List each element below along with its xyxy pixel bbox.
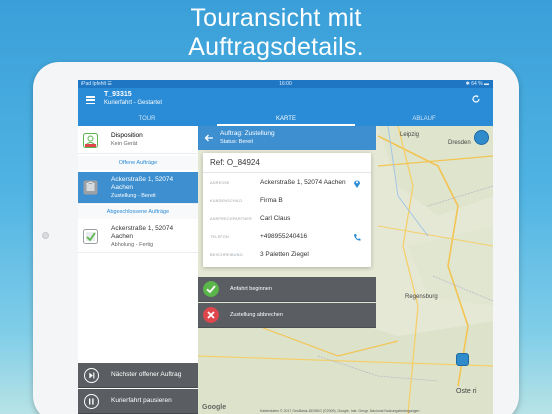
tour-sidebar: Disposition Kein Gerät Offene Aufträge A… [78,126,198,414]
closed-orders-heading: Abgeschlossene Aufträge [78,205,198,219]
field-description: BESCHREIBUNG 3 Paletten Ziegel [203,247,371,265]
closed-order-status: Abholung - Fertig [111,242,154,248]
order-status: Status: Bereit [220,139,254,145]
field-phone-label: TELEFON [210,235,229,239]
order-title: Auftrag: Zustellung [220,130,275,137]
map-attribution[interactable]: Kartendaten © 2017 GeoBasis-DE/BKG (©200… [260,409,419,413]
location-pin-icon[interactable] [353,179,361,188]
status-battery: ✱ 64 % ▬ [465,81,489,87]
field-contact-value: Carl Claus [260,215,291,222]
pause-trip-label: Kurierfahrt pausieren [111,397,172,404]
refresh-icon[interactable] [471,94,481,104]
tour-status-subtitle: Kurierfahrt - Gestartet [104,100,163,106]
field-address: ADRESSE Ackerstraße 1, 52074 Aachen [203,175,371,193]
app-bar: T_93315 Kurierfahrt - Gestartet [78,88,493,112]
back-arrow-icon[interactable] [204,133,214,143]
field-phone-value: +498955240416 [260,233,308,240]
field-contact: ANSPRECHPARTNER Carl Claus [203,211,371,229]
list-item-closed-order[interactable]: Ackerstraße 1, 52074 Aachen Abholung - F… [78,221,198,253]
field-customer-label: KUNDENSCHILD [210,199,243,203]
pause-trip-button[interactable]: Kurierfahrt pausieren [78,389,198,414]
tab-ablauf[interactable]: ABLAUF [355,112,493,126]
map-label-dresden: Dresden [448,140,471,146]
disposition-title: Disposition [111,132,143,139]
headline-line-2: Auftragsdetails. [188,33,364,61]
next-open-order-button[interactable]: Nächster offener Auftrag [78,363,198,388]
field-description-value: 3 Paletten Ziegel [260,251,309,258]
order-reference: Ref: O_84924 [210,158,260,167]
next-open-order-label: Nächster offener Auftrag [111,371,182,378]
order-detail-header: Auftrag: Zustellung Status: Bereit [198,126,376,150]
map-label-leipzig: Leipzig [400,132,420,138]
promo-headline: Touransicht mit Auftragsdetails. [0,4,552,62]
cancel-delivery-button[interactable]: Zustellung abbrechen [198,303,376,328]
tab-karte[interactable]: KARTE [217,112,355,126]
pause-icon [84,394,99,409]
start-approach-button[interactable]: Anfahrt beginnen [198,277,376,302]
skip-next-icon [84,368,99,383]
field-address-label: ADRESSE [210,181,230,185]
headline-line-1: Touransicht mit [190,4,362,32]
field-description-label: BESCHREIBUNG [210,253,243,257]
tab-bar: TOUR KARTE ABLAUF [78,112,493,126]
map-label-oesterreich: Ost­e ri [456,388,477,395]
open-orders-heading: Offene Aufträge [78,156,198,170]
disposition-subtitle: Kein Gerät [111,141,138,147]
phone-icon[interactable] [353,233,361,242]
start-approach-label: Anfahrt beginnen [230,286,272,292]
closed-order-address: Ackerstraße 1, 52074 [111,225,174,232]
sidebar-item-disposition[interactable]: Disposition Kein Gerät [78,128,198,154]
open-order-city: Aachen [111,184,134,191]
map-truck-icon[interactable] [456,353,469,366]
field-address-value: Ackerstraße 1, 52074 Aachen [260,179,346,186]
box-icon [83,180,98,195]
status-bar: iPad Ipfehlt ☰ 16:00 ✱ 64 % ▬ [78,80,493,88]
field-phone: TELEFON +498955240416 [203,229,371,247]
closed-order-city: Aachen [111,233,134,240]
google-logo: Google [202,404,227,411]
ipad-camera-icon [42,232,49,239]
field-contact-label: ANSPRECHPARTNER [210,217,252,221]
tour-id-title: T_93315 [104,91,132,98]
tab-tour[interactable]: TOUR [78,112,216,126]
map-tour-pin-icon[interactable] [474,130,489,145]
field-customer-value: Firma B [260,197,283,204]
open-order-address: Ackerstraße 1, 52074 [111,176,174,183]
cancel-delivery-label: Zustellung abbrechen [230,312,283,318]
field-customer: KUNDENSCHILD Firma B [203,193,371,211]
map-label-regensburg: Regensburg [405,294,438,300]
app-screen: iPad Ipfehlt ☰ 16:00 ✱ 64 % ▬ T_93315 Ku… [78,80,493,414]
disposition-user-icon [83,133,98,148]
check-icon [83,229,98,244]
open-order-status: Zustellung - Bereit [111,193,156,199]
hamburger-menu-icon[interactable] [86,96,95,105]
divider [203,172,371,173]
status-time: 16:00 [279,81,292,87]
order-detail-card: Ref: O_84924 ADRESSE Ackerstraße 1, 5207… [203,153,371,267]
list-item-open-order[interactable]: Ackerstraße 1, 52074 Aachen Zustellung -… [78,172,198,204]
cancel-circle-icon [203,307,219,323]
check-circle-icon [203,281,219,297]
